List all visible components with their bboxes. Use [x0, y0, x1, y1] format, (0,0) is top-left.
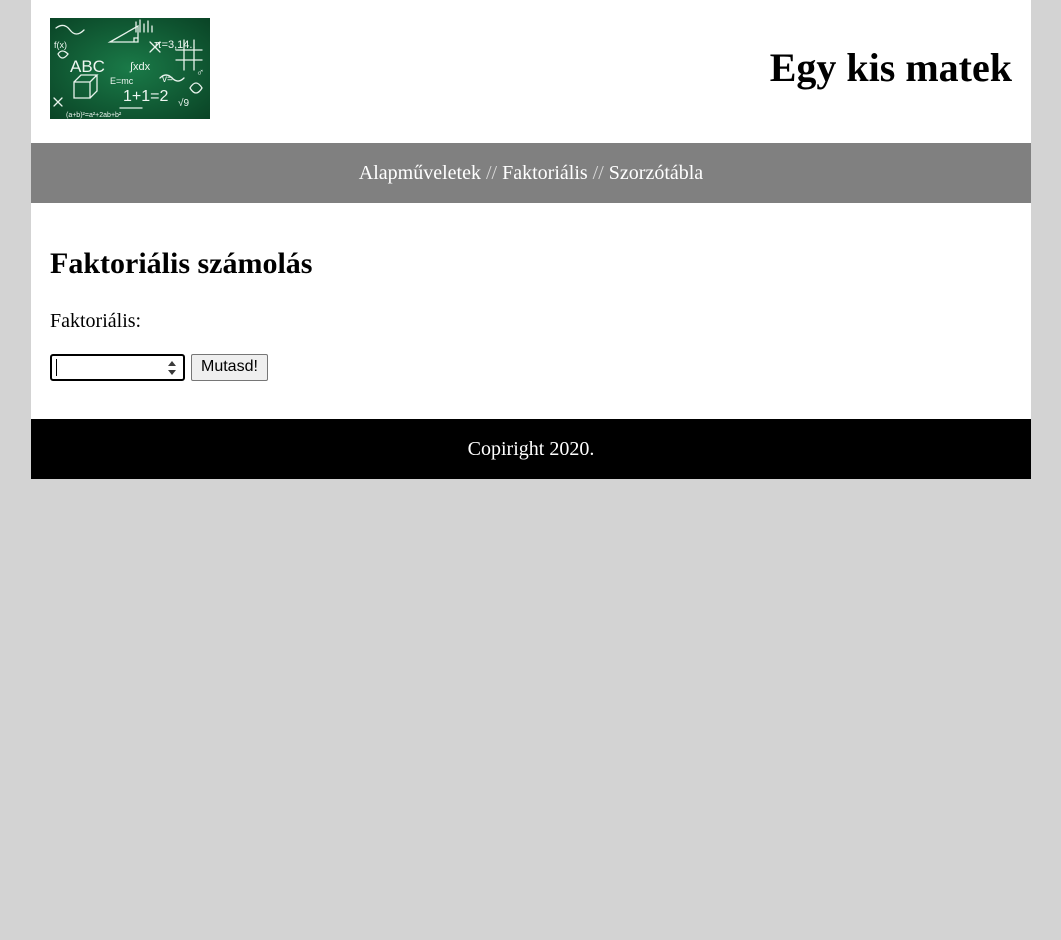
text-caret: [56, 358, 57, 376]
show-button[interactable]: Mutasd!: [191, 353, 268, 381]
site-title: Egy kis matek: [769, 45, 1012, 90]
svg-text:ABC: ABC: [70, 57, 105, 76]
field-label: Faktoriális:: [50, 310, 142, 332]
svg-text:♂: ♂: [196, 67, 204, 79]
page-container: ABC 1+1=2 π=3,14.. ∫xdx v= (a+b)²=a²+2ab…: [31, 0, 1031, 479]
svg-text:E=mc: E=mc: [110, 76, 134, 86]
factorial-input[interactable]: [54, 356, 162, 378]
page-heading: Faktoriális számolás: [50, 247, 313, 280]
math-chalkboard-logo: ABC 1+1=2 π=3,14.. ∫xdx v= (a+b)²=a²+2ab…: [50, 18, 210, 119]
svg-text:√9: √9: [178, 97, 189, 109]
page-footer: Copiright 2020.: [31, 419, 1031, 479]
svg-text:f(x): f(x): [54, 40, 67, 50]
nav-link-szorzotabla[interactable]: Szorzótábla: [609, 162, 703, 184]
main-nav: Alapműveletek // Faktoriális // Szorzótá…: [31, 143, 1031, 203]
svg-text:∫xdx: ∫xdx: [129, 61, 151, 73]
spinner-arrows-icon[interactable]: [166, 359, 178, 377]
page-header: ABC 1+1=2 π=3,14.. ∫xdx v= (a+b)²=a²+2ab…: [31, 0, 1031, 143]
svg-text:v=: v=: [162, 74, 173, 85]
main-content: Faktoriális számolás Faktoriális: Mutasd…: [31, 203, 1031, 419]
nav-link-alapmuveletek[interactable]: Alapműveletek: [359, 162, 481, 184]
svg-text:(a+b)²=a²+2ab+b²: (a+b)²=a²+2ab+b²: [66, 112, 122, 119]
svg-text:π=3,14..: π=3,14..: [154, 39, 196, 51]
nav-separator: //: [592, 162, 604, 184]
factorial-number-input[interactable]: [50, 353, 185, 381]
nav-link-faktorialis[interactable]: Faktoriális: [502, 162, 588, 184]
copyright-text: Copiright 2020.: [467, 438, 595, 460]
svg-text:1+1=2: 1+1=2: [123, 88, 168, 105]
nav-separator: //: [485, 162, 498, 184]
factorial-form: Mutasd!: [50, 353, 1012, 381]
